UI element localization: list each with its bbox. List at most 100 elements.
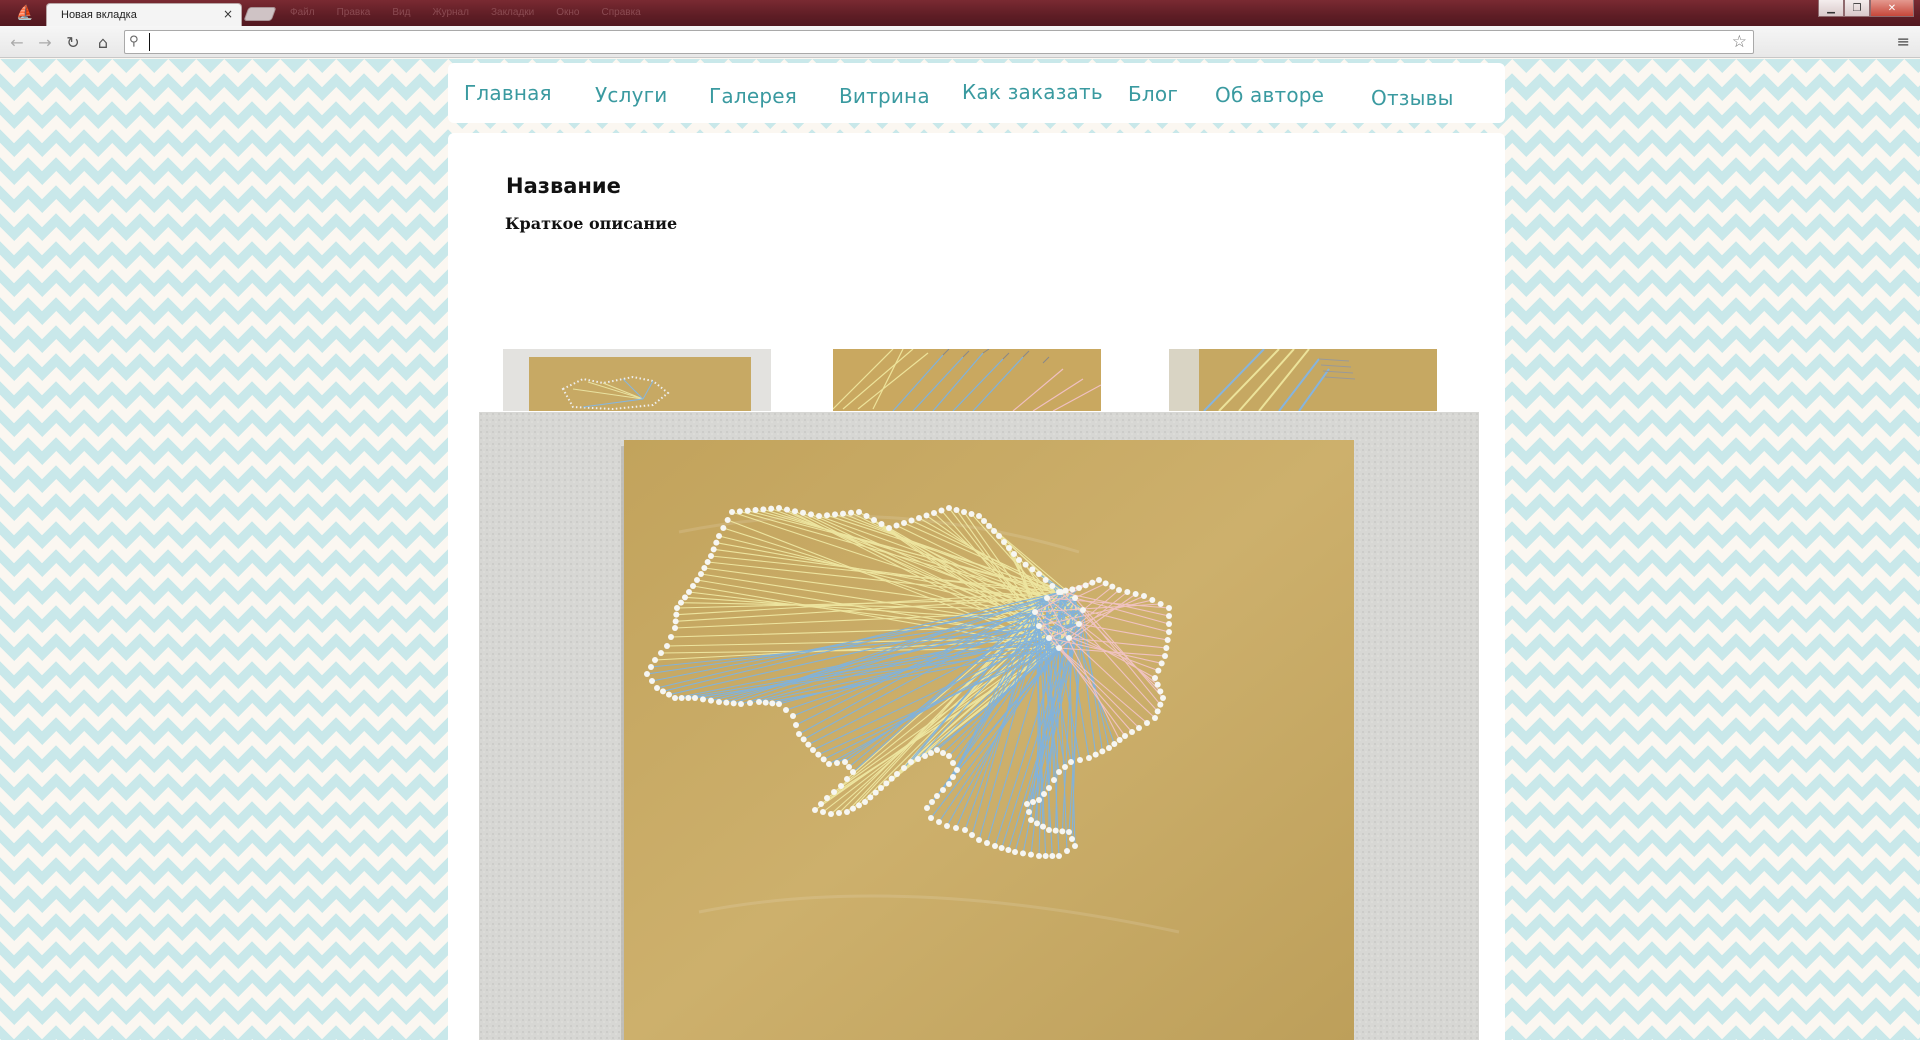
gallery-thumbnail[interactable]	[503, 349, 771, 411]
nail-head	[723, 699, 730, 706]
nail-head	[867, 794, 874, 801]
nail-head	[901, 765, 907, 771]
nail-head	[969, 832, 975, 838]
nail-head	[1116, 737, 1123, 743]
nail-head	[1152, 715, 1158, 721]
nail-head	[1166, 613, 1172, 619]
nail-head	[1096, 577, 1102, 583]
home-icon[interactable]: ⌂	[92, 31, 114, 53]
tab-close-icon[interactable]: ×	[223, 7, 233, 21]
string-art-ukraine-map-image	[479, 412, 1479, 1040]
nail-head	[946, 753, 952, 759]
nav-item-gallery[interactable]: Галерея	[709, 84, 797, 108]
nav-item-how-to-order[interactable]: Как заказать	[962, 80, 1103, 104]
nail-head	[1062, 764, 1068, 770]
nail-head	[888, 775, 895, 782]
nail-head	[1155, 667, 1162, 674]
nail-head	[784, 506, 790, 513]
nail-head	[1086, 755, 1092, 761]
browser-menu-icon[interactable]: ≡	[1897, 32, 1910, 51]
minimize-button[interactable]: ▁	[1818, 0, 1844, 17]
nav-item-about[interactable]: Об авторе	[1215, 83, 1324, 107]
app-icon: ⛵	[16, 5, 34, 21]
nail-head	[908, 759, 914, 765]
nail-head	[992, 843, 998, 849]
address-input[interactable]	[149, 33, 1719, 51]
nail-head	[954, 767, 960, 773]
nail-head	[672, 695, 678, 701]
nail-head	[1006, 545, 1012, 551]
nail-head	[883, 780, 890, 787]
nail-head	[815, 751, 822, 758]
nail-head	[1144, 720, 1150, 726]
nail-head	[672, 625, 678, 631]
nail-head	[1046, 785, 1052, 791]
nail-head	[1041, 791, 1047, 797]
nail-head	[1160, 695, 1166, 701]
nail-head	[747, 700, 753, 706]
new-tab-button[interactable]	[243, 7, 277, 21]
nail-head	[894, 771, 900, 777]
gallery-thumbnail[interactable]	[833, 349, 1101, 411]
nail-head	[929, 799, 935, 805]
nail-head	[931, 510, 937, 516]
gallery-thumbnail[interactable]	[1169, 349, 1437, 411]
nail-head	[922, 753, 928, 759]
nail-head	[724, 517, 731, 523]
nail-head	[678, 599, 684, 606]
nail-head	[1072, 595, 1078, 601]
nail-head	[1076, 585, 1082, 591]
nail-head	[1036, 797, 1042, 803]
back-arrow-icon[interactable]: ←	[6, 31, 28, 53]
nail-head	[856, 802, 862, 809]
nail-head	[1046, 635, 1052, 641]
nail-head	[1001, 539, 1007, 545]
reload-icon[interactable]: ↻	[62, 31, 84, 53]
nail-head	[981, 518, 987, 524]
nail-head	[950, 774, 956, 780]
nail-head	[1052, 827, 1059, 834]
faded-menu-item: Окно	[556, 7, 580, 18]
nail-head	[808, 511, 814, 518]
nail-head	[844, 809, 850, 815]
faded-menu-item: Вид	[392, 7, 411, 18]
nail-head	[1028, 851, 1034, 858]
nav-item-services[interactable]: Услуги	[595, 83, 668, 107]
address-bar[interactable]: ⚲ ☆	[124, 30, 1754, 54]
nail-head	[826, 761, 832, 767]
nail-head	[800, 736, 807, 743]
nail-head	[1036, 571, 1042, 577]
bookmark-star-icon[interactable]: ☆	[1732, 32, 1747, 52]
nail-head	[708, 697, 714, 704]
tab-title: Новая вкладка	[61, 9, 137, 21]
site-nav: Главная Услуги Галерея Витрина Как заказ…	[448, 63, 1505, 123]
nav-item-blog[interactable]: Блог	[1128, 82, 1178, 106]
nail-head	[908, 517, 915, 524]
nail-head	[1049, 583, 1056, 589]
nail-head	[901, 520, 907, 526]
nav-item-reviews[interactable]: Отзывы	[1371, 86, 1454, 110]
browser-tab-active[interactable]: Новая вкладка ×	[46, 3, 242, 26]
faded-menu-item: Файл	[290, 7, 315, 18]
forward-arrow-icon[interactable]: →	[34, 31, 56, 53]
nail-head	[648, 664, 654, 670]
page-viewport: Главная Услуги Галерея Витрина Как заказ…	[0, 59, 1920, 1040]
nail-head	[1106, 745, 1112, 751]
nail-head	[938, 507, 945, 514]
nail-head	[998, 845, 1005, 851]
nail-head	[805, 741, 812, 748]
nail-head	[928, 750, 934, 756]
nail-head	[1082, 582, 1089, 589]
nail-head	[924, 805, 930, 811]
nail-head	[1136, 725, 1142, 731]
nav-item-home[interactable]: Главная	[464, 81, 552, 105]
close-window-button[interactable]: ✕	[1870, 0, 1914, 17]
nav-item-showcase[interactable]: Витрина	[839, 84, 930, 108]
nail-head	[878, 785, 884, 791]
nail-head	[1066, 829, 1072, 835]
nail-head	[863, 513, 870, 519]
nail-head	[928, 815, 934, 821]
restore-button[interactable]: ❐	[1844, 0, 1870, 17]
nail-head	[738, 701, 744, 707]
string-art-main-photo[interactable]	[479, 412, 1479, 1040]
